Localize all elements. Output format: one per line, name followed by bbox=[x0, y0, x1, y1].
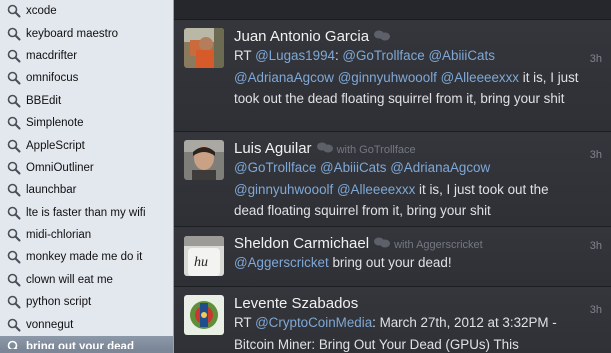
saved-search-label: lte is faster than my wifi bbox=[26, 206, 146, 219]
saved-search-item[interactable]: xcode bbox=[0, 0, 173, 22]
tweet-author-name[interactable]: Sheldon Carmichael bbox=[234, 235, 369, 252]
mention-link[interactable]: @ginnyuhwooolf bbox=[234, 182, 333, 197]
tweet-timestamp[interactable]: 3h bbox=[590, 304, 602, 316]
magnifier-icon bbox=[7, 318, 21, 332]
saved-search-label: keyboard maestro bbox=[26, 27, 119, 40]
search-results-timeline[interactable]: Juan Antonio Garcia RT @Lugas1994: @GoTr… bbox=[174, 0, 611, 353]
conversation-icon[interactable] bbox=[374, 237, 391, 248]
avatar[interactable] bbox=[184, 140, 224, 180]
tweet-text: RT @CryptoCoinMedia: March 27th, 2012 at… bbox=[234, 312, 581, 353]
tweet-item[interactable]: Luis Aguilar with GoTrollface @GoTrollfa… bbox=[174, 132, 611, 227]
saved-search-label: vonnegut bbox=[26, 318, 74, 331]
magnifier-icon bbox=[7, 139, 21, 153]
svg-text:hu: hu bbox=[194, 255, 208, 270]
mention-link[interactable]: @AdrianaAgcow bbox=[390, 160, 490, 175]
mention-link[interactable]: @GoTrollface bbox=[234, 160, 316, 175]
tweet-timestamp[interactable]: 3h bbox=[590, 149, 602, 161]
tweet-text: @Aggerscricket bring out your dead! bbox=[234, 252, 581, 274]
saved-search-item[interactable]: python script bbox=[0, 291, 173, 313]
magnifier-icon bbox=[7, 27, 21, 41]
tweet-text-segment: RT bbox=[234, 315, 256, 330]
magnifier-icon bbox=[7, 94, 21, 108]
avatar[interactable]: hu bbox=[184, 236, 224, 276]
saved-search-item[interactable]: keyboard maestro bbox=[0, 22, 173, 44]
saved-search-label: midi-chlorian bbox=[26, 229, 92, 242]
saved-search-item[interactable]: omnifocus bbox=[0, 67, 173, 89]
conversation-icon[interactable] bbox=[316, 142, 333, 153]
mention-link[interactable]: @Alleeeexxx bbox=[337, 182, 415, 197]
tweet-item[interactable]: hu Sheldon Carmichael with Aggerscricket… bbox=[174, 227, 611, 287]
mention-link[interactable]: @AdrianaAgcow bbox=[234, 70, 334, 85]
tweet-timestamp[interactable]: 3h bbox=[590, 53, 602, 65]
magnifier-icon bbox=[7, 228, 21, 242]
saved-search-label: BBEdit bbox=[26, 94, 62, 107]
saved-search-item[interactable]: OmniOutliner bbox=[0, 157, 173, 179]
mention-link[interactable]: @AbiiiCats bbox=[320, 160, 386, 175]
sidebar-bottom-bar bbox=[0, 349, 173, 353]
saved-search-item[interactable]: clown will eat me bbox=[0, 269, 173, 291]
mention-link[interactable]: @CryptoCoinMedia bbox=[255, 315, 372, 330]
saved-search-label: monkey made me do it bbox=[26, 251, 143, 264]
tweet-author-name[interactable]: Luis Aguilar bbox=[234, 140, 312, 157]
magnifier-icon bbox=[7, 116, 21, 130]
magnifier-icon bbox=[7, 295, 21, 309]
saved-search-item[interactable]: monkey made me do it bbox=[0, 246, 173, 268]
tweet-author-name[interactable]: Levente Szabados bbox=[234, 295, 358, 312]
mention-link[interactable]: @Aggerscricket bbox=[234, 255, 329, 270]
saved-search-item[interactable]: midi-chlorian bbox=[0, 224, 173, 246]
saved-searches-list: xcode keyboard maestro macdrifter omnifocus… bbox=[0, 0, 173, 353]
saved-search-item[interactable]: BBEdit bbox=[0, 90, 173, 112]
tweet-item[interactable]: Juan Antonio Garcia RT @Lugas1994: @GoTr… bbox=[174, 20, 611, 132]
mention-link[interactable]: @ginnyuhwooolf bbox=[338, 70, 437, 85]
magnifier-icon bbox=[7, 273, 21, 287]
saved-search-label: launchbar bbox=[26, 184, 77, 197]
retweet-context[interactable]: with Aggerscricket bbox=[394, 239, 483, 251]
tweet-timestamp[interactable]: 3h bbox=[590, 240, 602, 252]
magnifier-icon bbox=[7, 184, 21, 197]
mention-link[interactable]: @Alleeeexxx bbox=[441, 70, 519, 85]
magnifier-icon bbox=[7, 206, 21, 220]
saved-search-item[interactable]: Simplenote bbox=[0, 112, 173, 134]
tweet-text: @GoTrollface @AbiiiCats @AdrianaAgcow @g… bbox=[234, 157, 581, 222]
mention-link[interactable]: @Lugas1994 bbox=[255, 48, 335, 63]
magnifier-icon bbox=[7, 161, 21, 175]
saved-search-item[interactable]: vonnegut bbox=[0, 313, 173, 335]
tweet-text-segment: RT bbox=[234, 48, 256, 63]
saved-search-item[interactable]: launchbar bbox=[0, 179, 173, 201]
magnifier-icon bbox=[7, 72, 21, 85]
timeline-top-gap bbox=[174, 0, 611, 20]
saved-search-label: python script bbox=[26, 296, 92, 309]
saved-search-item[interactable]: macdrifter bbox=[0, 45, 173, 67]
magnifier-icon bbox=[7, 251, 21, 264]
saved-search-label: Simplenote bbox=[26, 117, 84, 130]
saved-search-label: macdrifter bbox=[26, 49, 78, 62]
tweet-text: RT @Lugas1994: @GoTrollface @AbiiiCats @… bbox=[234, 45, 581, 110]
mention-link[interactable]: @AbiiiCats bbox=[428, 48, 494, 63]
tweet-item[interactable]: Levente Szabados RT @CryptoCoinMedia: Ma… bbox=[174, 287, 611, 353]
retweet-context[interactable]: with GoTrollface bbox=[337, 144, 416, 156]
tweet-author-name[interactable]: Juan Antonio Garcia bbox=[234, 28, 369, 45]
avatar[interactable] bbox=[184, 28, 224, 68]
magnifier-icon bbox=[7, 4, 21, 18]
saved-search-label: clown will eat me bbox=[26, 273, 113, 286]
saved-search-label: omnifocus bbox=[26, 72, 79, 85]
saved-search-item[interactable]: AppleScript bbox=[0, 134, 173, 156]
saved-search-label: xcode bbox=[26, 5, 57, 18]
magnifier-icon bbox=[7, 49, 21, 63]
saved-searches-sidebar: xcode keyboard maestro macdrifter omnifocus… bbox=[0, 0, 174, 353]
tweet-text-segment: bring out your dead! bbox=[328, 255, 452, 270]
saved-search-label: OmniOutliner bbox=[26, 161, 94, 174]
mention-link[interactable]: @GoTrollface bbox=[342, 48, 424, 63]
avatar[interactable] bbox=[184, 295, 224, 335]
saved-search-item[interactable]: lte is faster than my wifi bbox=[0, 202, 173, 224]
saved-search-label: AppleScript bbox=[26, 139, 85, 152]
conversation-icon[interactable] bbox=[374, 30, 391, 41]
